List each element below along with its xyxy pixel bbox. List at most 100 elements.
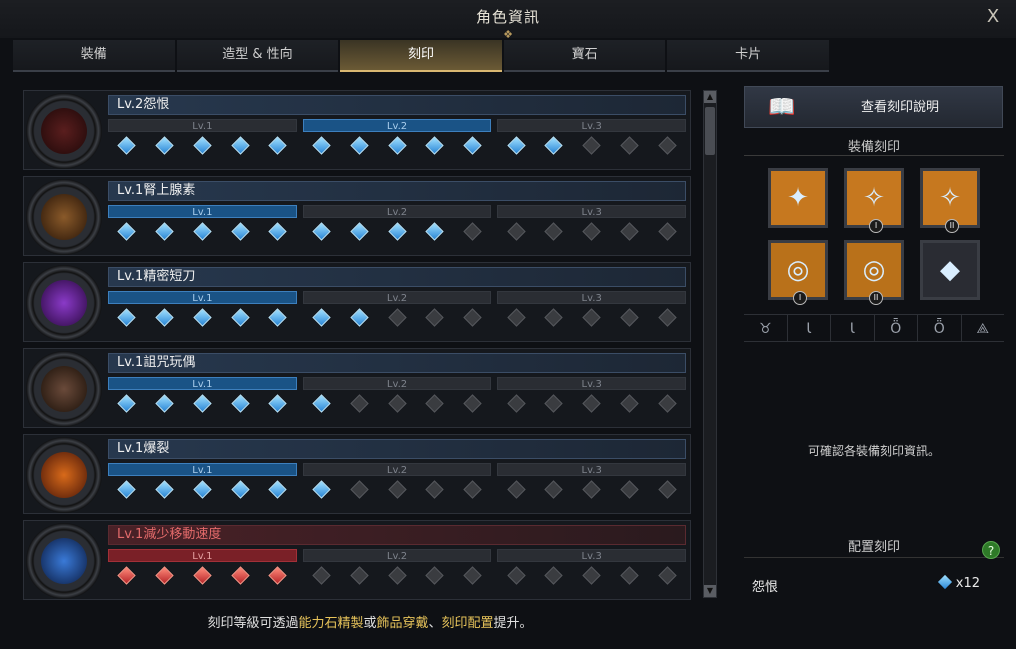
footer-hint: 刻印等級可透過能力石精製或飾品穿戴、刻印配置提升。 bbox=[0, 612, 740, 631]
footer-highlight-stone: 能力石精製 bbox=[298, 616, 364, 631]
level-bar: Lv.1 bbox=[108, 119, 297, 132]
level-points bbox=[497, 390, 686, 413]
footer-text: 或 bbox=[363, 616, 377, 631]
earring1-filter-icon[interactable]: Ɩ bbox=[788, 315, 831, 341]
point-gem-icon bbox=[193, 222, 212, 241]
point-gem-icon bbox=[117, 480, 137, 499]
view-engraving-info-button[interactable]: 📖 查看刻印說明 bbox=[744, 86, 1003, 128]
point-gem-icon bbox=[268, 136, 287, 155]
ability-stone-glyph: ◆ bbox=[940, 255, 960, 285]
engraving-row[interactable]: Lv.1爆裂 Lv.1 Lv.2 Lv.3 bbox=[23, 434, 691, 514]
engraving-list[interactable]: Lv.2怨恨 Lv.1 Lv.2 Lv.3 Lv.1腎上腺素 Lv.1 Lv.2 Lv.3 Lv… bbox=[23, 90, 691, 602]
level-segment: Lv.1 bbox=[108, 463, 297, 511]
tab-engraving[interactable]: 刻印 bbox=[340, 40, 502, 72]
level-segment: Lv.1 bbox=[108, 549, 297, 597]
level-segment: Lv.3 bbox=[497, 549, 687, 597]
point-gem-icon bbox=[657, 566, 677, 585]
point-gem-icon bbox=[155, 566, 174, 585]
list-scrollbar[interactable]: ▲ ▼ bbox=[703, 90, 717, 598]
ring1-filter-icon[interactable]: Ȫ bbox=[875, 315, 918, 341]
gem-icon bbox=[937, 574, 952, 590]
footer-highlight-config: 刻印配置 bbox=[441, 616, 494, 631]
point-gem-icon bbox=[193, 480, 212, 499]
engraving-row[interactable]: Lv.1詛咒玩偶 Lv.1 Lv.2 Lv.3 bbox=[23, 348, 691, 428]
engraving-row[interactable]: Lv.1精密短刀 Lv.1 Lv.2 Lv.3 bbox=[23, 262, 691, 342]
point-gem-icon bbox=[350, 222, 369, 241]
help-icon[interactable]: ? bbox=[982, 541, 1000, 559]
config-engraving-name: 怨恨 bbox=[752, 580, 779, 595]
earring2-filter-icon[interactable]: Ɩ bbox=[831, 315, 875, 341]
point-gem-icon bbox=[230, 480, 250, 499]
footer-text: 刻印等級可透過 bbox=[207, 616, 299, 631]
engraving-portrait-icon bbox=[26, 179, 102, 255]
point-gem-icon bbox=[350, 308, 369, 327]
point-gem-icon bbox=[312, 136, 331, 155]
necklace-filter-icon[interactable]: ♉ bbox=[744, 315, 788, 341]
level-points bbox=[108, 390, 297, 413]
point-gem-icon bbox=[312, 394, 331, 413]
point-gem-icon bbox=[657, 308, 677, 327]
point-gem-icon bbox=[425, 394, 444, 413]
point-gem-icon bbox=[387, 136, 407, 155]
tab-equipment[interactable]: 裝備 bbox=[13, 40, 175, 72]
engraving-row[interactable]: Lv.1減少移動速度 Lv.1 Lv.2 Lv.3 bbox=[23, 520, 691, 600]
scroll-thumb[interactable] bbox=[705, 107, 715, 155]
level-points bbox=[108, 304, 297, 327]
engraving-row[interactable]: Lv.1腎上腺素 Lv.1 Lv.2 Lv.3 bbox=[23, 176, 691, 256]
engraving-portrait-icon bbox=[26, 523, 102, 599]
earring-icon[interactable]: ✧ I bbox=[844, 168, 904, 233]
point-gem-icon bbox=[312, 566, 331, 585]
config-engraving-value: x12 bbox=[937, 574, 980, 591]
tab-appearance[interactable]: 造型 & 性向 bbox=[176, 40, 339, 72]
level-points bbox=[497, 476, 686, 499]
ring-icon[interactable]: ◎ II bbox=[844, 240, 904, 305]
stone-filter-icon[interactable]: ⟁ bbox=[962, 315, 1005, 341]
info-text: 可確認各裝備刻印資訊。 bbox=[807, 444, 940, 458]
point-gem-icon bbox=[312, 308, 331, 327]
point-gem-icon bbox=[350, 394, 369, 413]
point-gem-icon bbox=[312, 480, 331, 499]
level-segment: Lv.2 bbox=[302, 205, 492, 253]
point-gem-icon bbox=[620, 394, 639, 413]
engraving-row[interactable]: Lv.2怨恨 Lv.1 Lv.2 Lv.3 bbox=[23, 90, 691, 170]
point-gem-icon bbox=[544, 308, 564, 327]
point-gem-icon bbox=[268, 222, 287, 241]
level-segment: Lv.3 bbox=[497, 205, 687, 253]
point-gem-icon bbox=[268, 480, 287, 499]
right-panel: 📖 查看刻印說明 裝備刻印 ✦ ✧ I ✧ II ◎ I ◎ II ◆ ♉ Ɩ Ɩ Ȫ Ȫ ⟁ 可確認各裝備… bbox=[744, 86, 1004, 606]
tab-cards[interactable]: 卡片 bbox=[667, 40, 829, 72]
equipped-engraving-title: 裝備刻印 bbox=[744, 136, 1004, 156]
slot-index-badge: II bbox=[945, 219, 959, 233]
close-button[interactable]: X bbox=[982, 6, 1004, 28]
ability-stone-icon[interactable]: ◆ bbox=[920, 240, 980, 300]
ring2-filter-icon[interactable]: Ȫ bbox=[918, 315, 962, 341]
ring-icon[interactable]: ◎ I bbox=[768, 240, 828, 305]
point-gem-icon bbox=[463, 566, 482, 585]
level-bar: Lv.3 bbox=[497, 119, 687, 132]
slot-index-badge: II bbox=[869, 291, 883, 305]
level-segment: Lv.1 bbox=[108, 291, 297, 339]
earring-glyph: ✧ bbox=[863, 183, 885, 213]
level-bar: Lv.2 bbox=[302, 549, 492, 562]
level-points bbox=[108, 132, 297, 155]
level-bar: Lv.2 bbox=[302, 119, 492, 132]
earring-icon[interactable]: ✧ II bbox=[920, 168, 980, 233]
point-gem-icon bbox=[507, 566, 526, 585]
level-bar: Lv.1 bbox=[108, 291, 297, 304]
level-bar: Lv.1 bbox=[108, 205, 297, 218]
point-gem-icon bbox=[582, 308, 601, 327]
level-bar: Lv.2 bbox=[302, 205, 492, 218]
point-gem-icon bbox=[507, 222, 526, 241]
point-gem-icon bbox=[268, 566, 287, 585]
point-gem-icon bbox=[657, 222, 677, 241]
tab-gems[interactable]: 寶石 bbox=[503, 40, 666, 72]
point-gem-icon bbox=[425, 566, 444, 585]
level-segment: Lv.2 bbox=[302, 377, 492, 425]
point-gem-icon bbox=[350, 136, 369, 155]
point-gem-icon bbox=[387, 394, 407, 413]
scroll-down-button[interactable]: ▼ bbox=[704, 585, 716, 597]
scroll-up-button[interactable]: ▲ bbox=[704, 91, 716, 103]
necklace-icon[interactable]: ✦ bbox=[768, 168, 828, 228]
tab-bar: 裝備 造型 & 性向 刻印 寶石 卡片 bbox=[13, 40, 831, 72]
level-points bbox=[108, 562, 297, 585]
